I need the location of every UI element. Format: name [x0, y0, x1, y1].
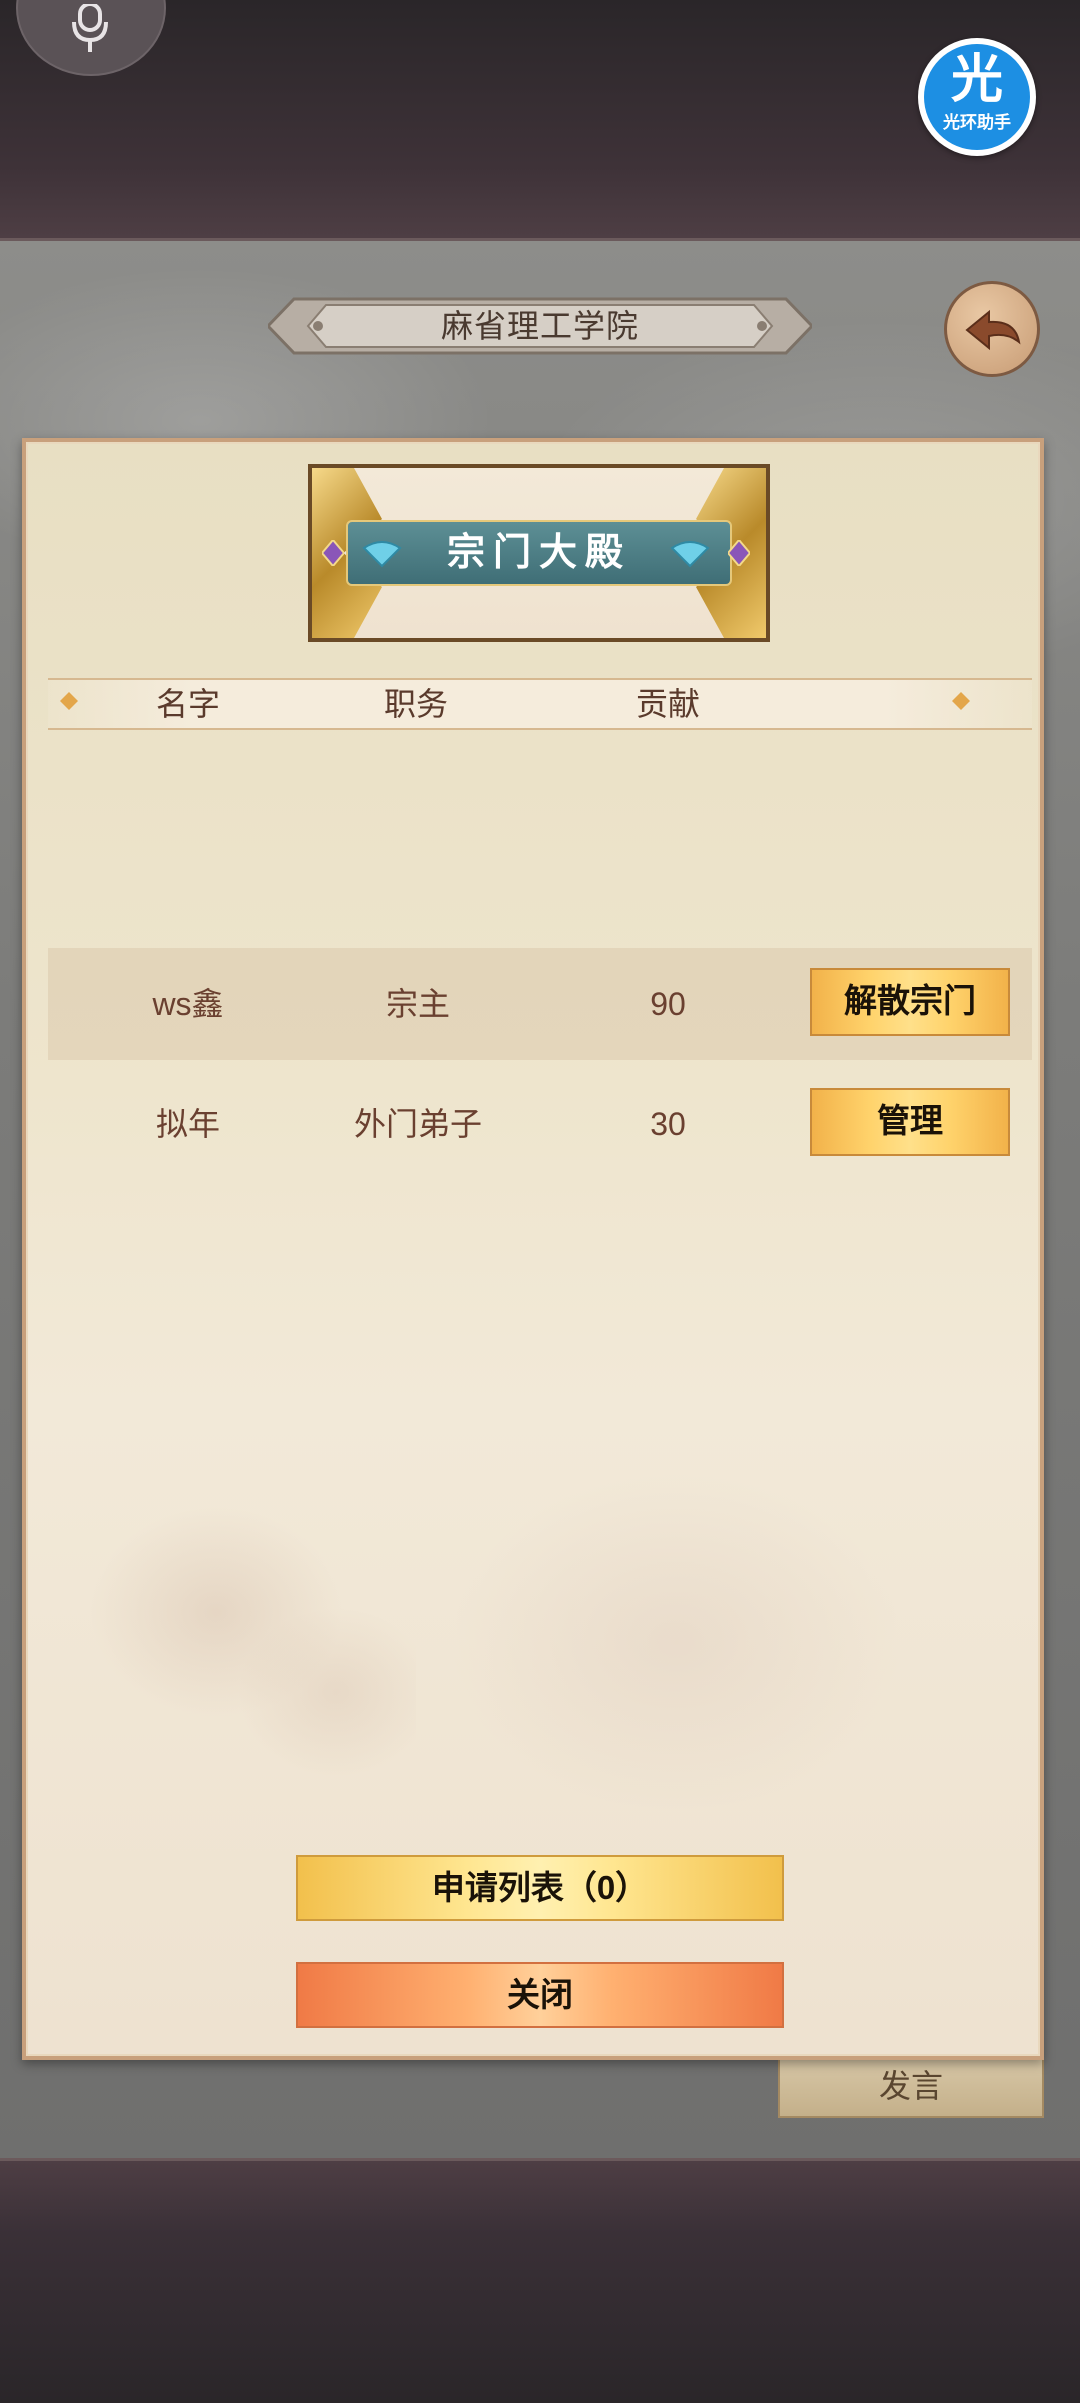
column-header-contribution: 贡献: [635, 686, 700, 722]
sect-name-plaque: 麻省理工学院: [268, 293, 812, 359]
gem-icon: [728, 540, 750, 566]
member-role: 外门弟子: [353, 1106, 482, 1142]
dissolve-sect-button[interactable]: 解散宗门: [810, 968, 1010, 1036]
mic-icon: [72, 4, 108, 52]
helper-badge[interactable]: 光 光环助手: [918, 38, 1036, 156]
back-arrow-icon: [965, 309, 1021, 351]
diamond-icon: [952, 692, 970, 710]
member-name: ws鑫: [152, 986, 224, 1022]
member-name: 拟年: [155, 1106, 220, 1142]
manage-member-button[interactable]: 管理: [810, 1088, 1010, 1156]
application-list-button[interactable]: 申请列表（0）: [296, 1855, 784, 1921]
fan-icon: [670, 541, 710, 568]
column-header-role: 职务: [383, 686, 448, 722]
member-role: 宗主: [385, 986, 450, 1022]
helper-badge-caption: 光环助手: [943, 113, 1011, 132]
member-row: ws鑫 宗主 90 解散宗门: [48, 948, 1032, 1060]
close-button[interactable]: 关闭: [296, 1962, 784, 2028]
back-button[interactable]: [944, 281, 1040, 377]
sect-name: 麻省理工学院: [440, 308, 639, 344]
member-contribution: 90: [650, 986, 686, 1022]
member-table-header: 名字 职务 贡献: [48, 678, 1032, 730]
helper-badge-glyph: 光: [950, 51, 1003, 109]
speak-button[interactable]: 发言: [778, 2054, 1044, 2118]
panel-landscape-decoration: [326, 1342, 1026, 1842]
bottom-bar: [0, 2158, 1080, 2403]
member-row: 拟年 外门弟子 30 管理: [48, 1068, 1032, 1180]
top-bar: 光 光环助手: [0, 0, 1080, 241]
member-contribution: 30: [650, 1106, 686, 1142]
voice-button[interactable]: [16, 0, 166, 76]
column-header-name: 名字: [155, 686, 220, 722]
diamond-icon: [60, 692, 78, 710]
gem-icon: [322, 540, 344, 566]
